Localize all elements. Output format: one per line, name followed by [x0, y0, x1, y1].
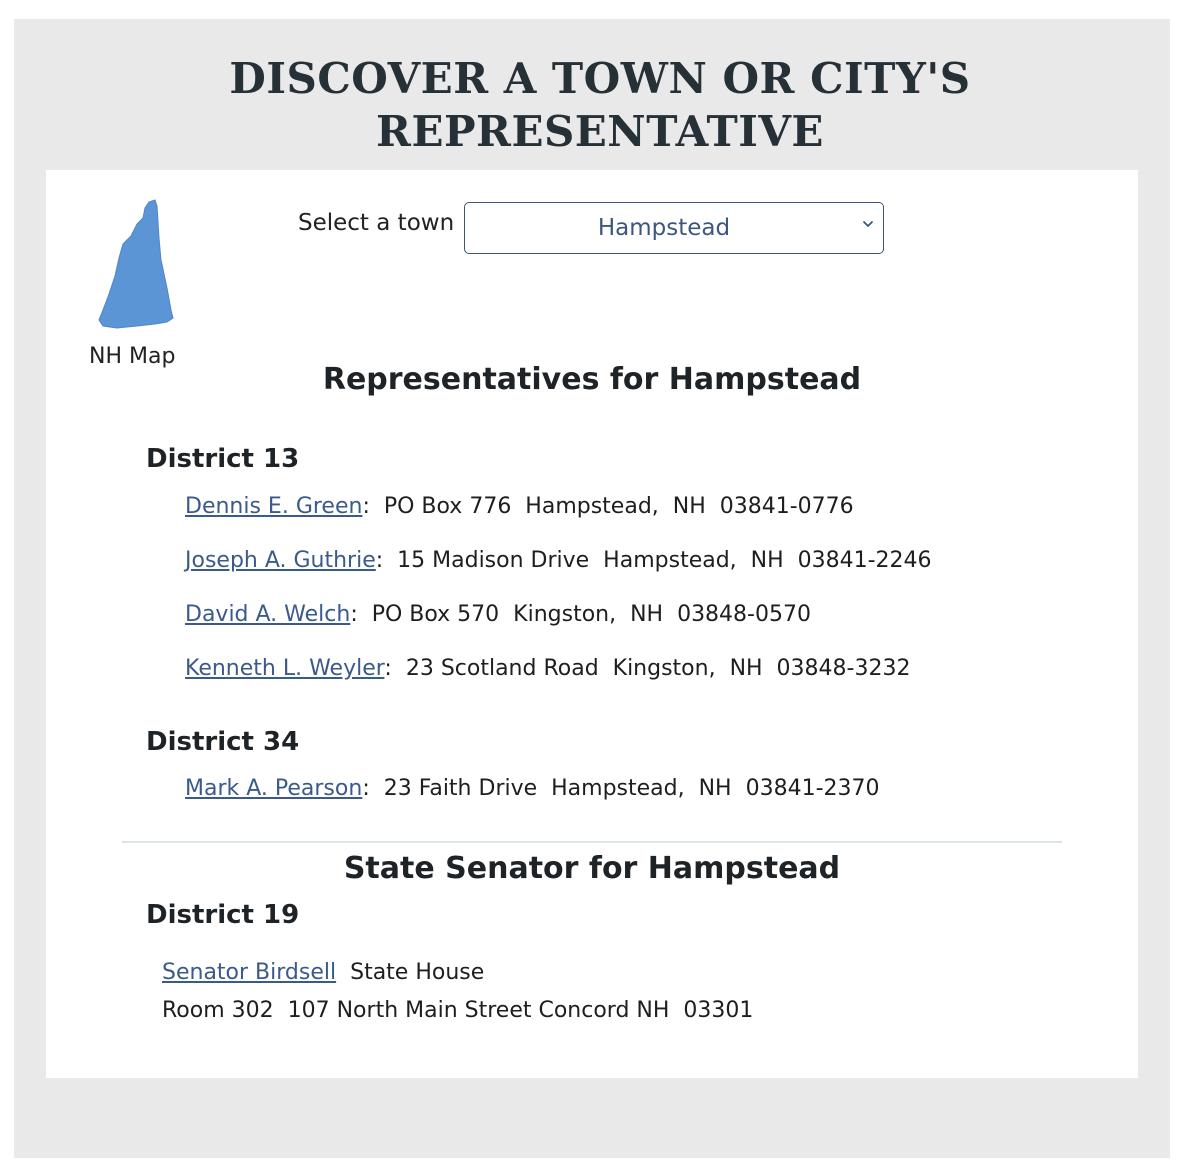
- senator-link[interactable]: Senator Birdsell: [162, 960, 336, 985]
- district-34-heading: District 34: [146, 727, 300, 757]
- district-19-heading: District 19: [146, 900, 300, 930]
- town-select-value: Hampstead: [597, 215, 731, 241]
- chevron-down-icon: [863, 221, 873, 227]
- rep-entry: Mark A. Pearson: 23 Faith Drive Hampstea…: [185, 776, 880, 801]
- rep-address: 23 Scotland Road Kingston, NH 03848-3232: [405, 656, 911, 681]
- page-title-line-1: DISCOVER A TOWN OR CITY'S: [229, 54, 971, 103]
- rep-link-dennis-green[interactable]: Dennis E. Green: [185, 494, 362, 519]
- senator-address-line-1: State House: [350, 960, 485, 985]
- rep-entry: Joseph A. Guthrie: 15 Madison Drive Hamp…: [185, 548, 932, 573]
- rep-link-kenneth-weyler[interactable]: Kenneth L. Weyler: [185, 656, 384, 681]
- nh-map-link[interactable]: NH Map: [85, 198, 195, 378]
- rep-address: 15 Madison Drive Hampstead, NH 03841-224…: [397, 548, 932, 573]
- rep-link-joseph-guthrie[interactable]: Joseph A. Guthrie: [185, 548, 376, 573]
- district-13-heading: District 13: [146, 444, 300, 474]
- state-senator-heading: State Senator for Hampstead: [343, 851, 841, 886]
- page-title-line-2: REPRESENTATIVE: [376, 107, 824, 156]
- rep-address: PO Box 776 Hampstead, NH 03841-0776: [383, 494, 854, 519]
- select-town-label: Select a town: [298, 210, 455, 236]
- rep-entry: David A. Welch: PO Box 570 Kingston, NH …: [185, 602, 811, 627]
- rep-entry: Dennis E. Green: PO Box 776 Hampstead, N…: [185, 494, 854, 519]
- representatives-heading: Representatives for Hampstead: [322, 362, 862, 397]
- rep-link-david-welch[interactable]: David A. Welch: [185, 602, 350, 627]
- nh-state-shape-icon: [98, 199, 174, 329]
- page-title: DISCOVER A TOWN OR CITY'S REPRESENTATIVE: [0, 52, 1200, 158]
- section-divider: [122, 841, 1062, 843]
- rep-entry: Kenneth L. Weyler: 23 Scotland Road King…: [185, 656, 911, 681]
- town-select[interactable]: Hampstead: [464, 202, 884, 254]
- rep-link-mark-pearson[interactable]: Mark A. Pearson: [185, 776, 362, 801]
- rep-address: PO Box 570 Kingston, NH 03848-0570: [371, 602, 811, 627]
- senator-address-line-2: Room 302 107 North Main Street Concord N…: [162, 998, 754, 1023]
- rep-address: 23 Faith Drive Hampstead, NH 03841-2370: [383, 776, 880, 801]
- senator-entry: Senator Birdsell State House: [162, 960, 484, 985]
